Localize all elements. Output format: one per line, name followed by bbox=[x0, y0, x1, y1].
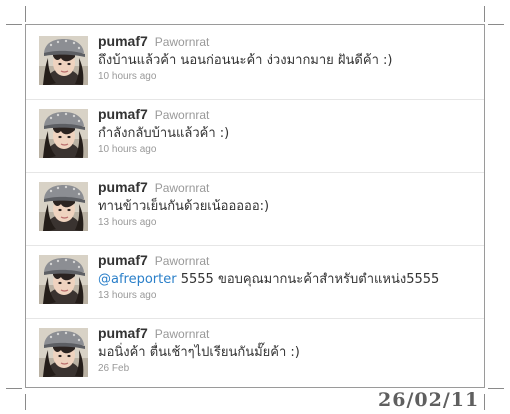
screen-name-link[interactable]: pumaf7 bbox=[98, 252, 148, 268]
real-name: Pawornrat bbox=[154, 35, 210, 49]
tweet-text-content: 5555 ขอบคุณมากนะค้าสำหรับตำแหน่ง5555 bbox=[176, 272, 440, 287]
tweet-text: ถึงบ้านแล้วค้า นอนก่อนนะค้า ง่วงมากมาย ฝ… bbox=[98, 52, 476, 70]
tweet-text-content: ทานข้าวเย็นกันด้วยเน้อออออ:) bbox=[98, 199, 270, 214]
avatar[interactable] bbox=[39, 255, 88, 304]
tweet-text: ทานข้าวเย็นกันด้วยเน้อออออ:) bbox=[98, 198, 476, 216]
real-name: Pawornrat bbox=[154, 181, 210, 195]
real-name: Pawornrat bbox=[154, 327, 210, 341]
tweet-body: pumaf7 Pawornrat กำลังกลับบ้านแล้วค้า :)… bbox=[98, 106, 476, 156]
crop-mark bbox=[25, 6, 26, 22]
screen-name-link[interactable]: pumaf7 bbox=[98, 179, 148, 195]
date-stamp: 26/02/11 bbox=[378, 389, 480, 411]
avatar[interactable] bbox=[39, 36, 88, 85]
crop-mark bbox=[25, 394, 26, 410]
tweet-item: pumaf7 Pawornrat กำลังกลับบ้านแล้วค้า :)… bbox=[26, 98, 484, 173]
tweet-text: @afreporter 5555 ขอบคุณมากนะค้าสำหรับตำแ… bbox=[98, 271, 476, 289]
tweet-timestamp[interactable]: 10 hours ago bbox=[98, 143, 476, 156]
tweet-text: กำลังกลับบ้านแล้วค้า :) bbox=[98, 125, 476, 143]
avatar[interactable] bbox=[39, 328, 88, 377]
crop-mark bbox=[488, 24, 504, 25]
tweet-timestamp[interactable]: 13 hours ago bbox=[98, 216, 476, 229]
crop-mark bbox=[484, 6, 485, 22]
tweet-body: pumaf7 Pawornrat มอนิ่งค้า ตื่นเช้าๆไปเร… bbox=[98, 325, 476, 375]
crop-mark bbox=[6, 388, 22, 389]
tweet-item: pumaf7 Pawornrat มอนิ่งค้า ตื่นเช้าๆไปเร… bbox=[26, 317, 484, 391]
tweet-body: pumaf7 Pawornrat @afreporter 5555 ขอบคุณ… bbox=[98, 252, 476, 302]
tweet-timestamp[interactable]: 10 hours ago bbox=[98, 70, 476, 83]
screen-name-link[interactable]: pumaf7 bbox=[98, 33, 148, 49]
tweet-item: pumaf7 Pawornrat ถึงบ้านแล้วค้า นอนก่อนน… bbox=[26, 25, 484, 100]
tweet-text: มอนิ่งค้า ตื่นเช้าๆไปเรียนกันมั๊ยค้า :) bbox=[98, 344, 476, 362]
tweet-timestamp[interactable]: 13 hours ago bbox=[98, 289, 476, 302]
author-line: pumaf7 Pawornrat bbox=[98, 252, 476, 270]
avatar[interactable] bbox=[39, 109, 88, 158]
tweet-body: pumaf7 Pawornrat ถึงบ้านแล้วค้า นอนก่อนน… bbox=[98, 33, 476, 83]
crop-mark bbox=[6, 24, 22, 25]
tweet-text-content: ถึงบ้านแล้วค้า นอนก่อนนะค้า ง่วงมากมาย ฝ… bbox=[98, 53, 393, 68]
real-name: Pawornrat bbox=[154, 254, 210, 268]
screen-name-link[interactable]: pumaf7 bbox=[98, 325, 148, 341]
crop-mark bbox=[484, 394, 485, 410]
author-line: pumaf7 Pawornrat bbox=[98, 106, 476, 124]
crop-mark bbox=[488, 388, 504, 389]
real-name: Pawornrat bbox=[154, 108, 210, 122]
tweet-text-content: กำลังกลับบ้านแล้วค้า :) bbox=[98, 126, 230, 141]
timeline-panel: pumaf7 Pawornrat ถึงบ้านแล้วค้า นอนก่อนน… bbox=[25, 24, 485, 388]
avatar[interactable] bbox=[39, 182, 88, 231]
author-line: pumaf7 Pawornrat bbox=[98, 325, 476, 343]
tweet-item: pumaf7 Pawornrat @afreporter 5555 ขอบคุณ… bbox=[26, 244, 484, 319]
author-line: pumaf7 Pawornrat bbox=[98, 179, 476, 197]
tweet-text-content: มอนิ่งค้า ตื่นเช้าๆไปเรียนกันมั๊ยค้า :) bbox=[98, 345, 300, 360]
mention-link[interactable]: @afreporter bbox=[98, 272, 177, 287]
screen-name-link[interactable]: pumaf7 bbox=[98, 106, 148, 122]
tweet-body: pumaf7 Pawornrat ทานข้าวเย็นกันด้วยเน้ออ… bbox=[98, 179, 476, 229]
author-line: pumaf7 Pawornrat bbox=[98, 33, 476, 51]
tweet-item: pumaf7 Pawornrat ทานข้าวเย็นกันด้วยเน้ออ… bbox=[26, 171, 484, 246]
tweet-timestamp[interactable]: 26 Feb bbox=[98, 362, 476, 375]
